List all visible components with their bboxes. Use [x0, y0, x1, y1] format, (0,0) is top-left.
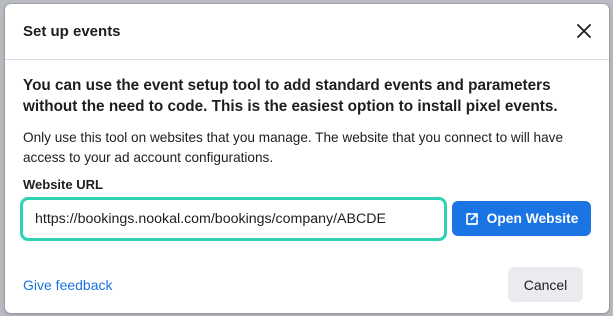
description-text: Only use this tool on websites that you … — [23, 130, 564, 165]
close-button[interactable] — [573, 20, 595, 42]
close-icon — [577, 24, 591, 38]
website-url-field-wrapper — [20, 197, 447, 241]
website-url-label: Website URL — [23, 177, 103, 192]
dialog-header: Set up events — [5, 4, 609, 60]
external-link-icon — [465, 212, 478, 225]
open-website-label: Open Website — [486, 211, 579, 226]
website-url-input[interactable] — [23, 200, 444, 238]
give-feedback-link[interactable]: Give feedback — [23, 277, 113, 293]
cancel-button[interactable]: Cancel — [508, 267, 583, 302]
open-website-button[interactable]: Open Website — [452, 201, 591, 236]
set-up-events-dialog: Set up events You can use the event setu… — [5, 4, 609, 313]
dialog-title: Set up events — [23, 23, 121, 40]
lead-text: You can use the event setup tool to add … — [23, 77, 558, 115]
